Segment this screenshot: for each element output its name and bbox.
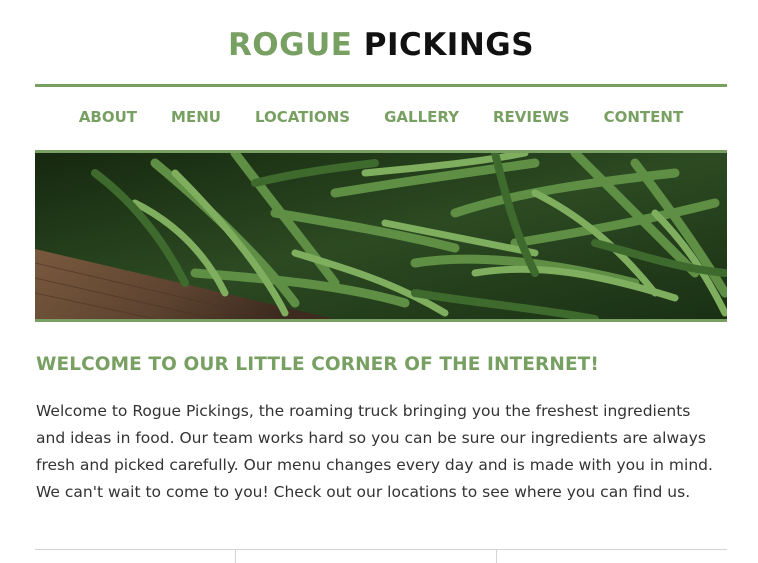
nav-item-gallery[interactable]: GALLERY xyxy=(367,105,476,129)
header-divider xyxy=(35,84,727,87)
nav-item-reviews[interactable]: REVIEWS xyxy=(476,105,587,129)
column-divider xyxy=(496,550,497,563)
nav-item-menu[interactable]: MENU xyxy=(154,105,238,129)
nav-item-about[interactable]: ABOUT xyxy=(62,105,154,129)
nav-item-locations[interactable]: LOCATIONS xyxy=(238,105,367,129)
site-logo[interactable]: ROGUE PICKINGS xyxy=(35,24,727,66)
green-beans-illustration xyxy=(35,153,727,319)
brand-name: PICKINGS xyxy=(363,27,535,63)
brand-accent: ROGUE xyxy=(227,27,353,63)
column-divider xyxy=(235,550,236,563)
welcome-paragraph: Welcome to Rogue Pickings, the roaming t… xyxy=(36,402,713,501)
hero-divider xyxy=(35,319,727,322)
welcome-heading: WELCOME TO OUR LITTLE CORNER OF THE INTE… xyxy=(36,354,599,375)
footer-divider xyxy=(35,549,727,550)
nav-item-content[interactable]: CONTENT xyxy=(587,105,701,129)
main-nav: ABOUT MENU LOCATIONS GALLERY REVIEWS CON… xyxy=(35,105,727,129)
hero-image xyxy=(35,153,727,319)
